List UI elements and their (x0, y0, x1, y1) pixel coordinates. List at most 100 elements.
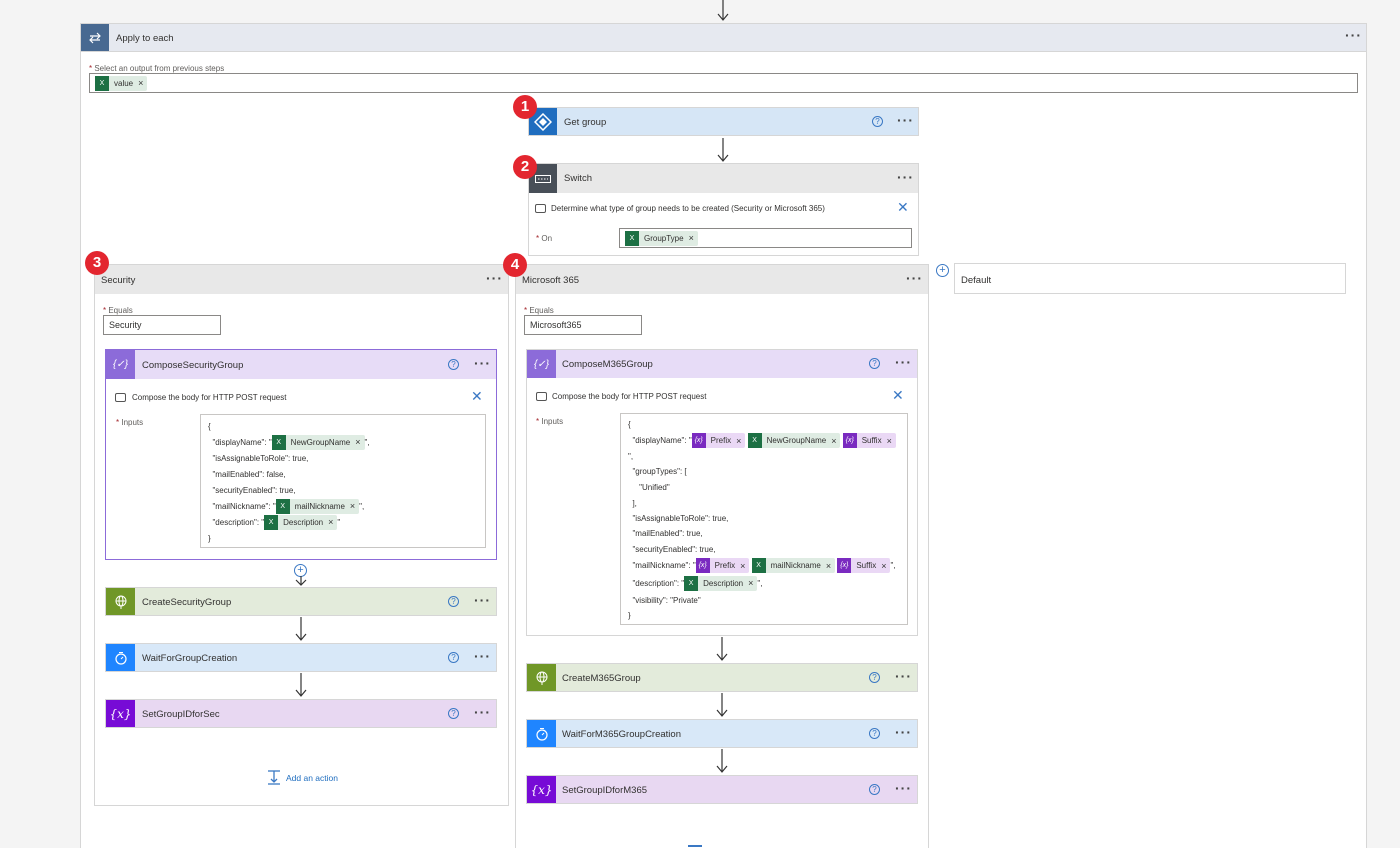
more-options-icon[interactable]: ··· (897, 170, 914, 184)
newgroupname-token[interactable]: X NewGroupName × (747, 433, 841, 448)
help-icon[interactable]: ? (872, 116, 883, 127)
prefix-token[interactable]: {x} Prefix × (695, 558, 750, 573)
compose-m365-title: ComposeM365Group (562, 359, 653, 370)
connector-arrow (716, 637, 728, 662)
more-options-icon[interactable]: ··· (474, 593, 491, 607)
apply-to-each-header[interactable]: Apply to each ··· (80, 23, 1367, 52)
json-line: "mailNickname": " {x} Prefix × XmailNicknam… (628, 557, 900, 574)
more-options-icon[interactable]: ··· (895, 781, 912, 795)
more-options-icon[interactable]: ··· (474, 649, 491, 663)
switch-on-field[interactable]: X GroupType × (619, 228, 912, 248)
mailnickname-token[interactable]: XmailNickname × (751, 558, 836, 573)
security-equals-field[interactable]: Security (103, 315, 221, 335)
select-output-field[interactable]: Xvalue × (89, 73, 1358, 93)
remove-token-icon[interactable]: × (831, 436, 836, 446)
help-icon[interactable]: ? (869, 672, 880, 683)
wait-for-m365-group-creation-action[interactable]: WaitForM365GroupCreation ? ··· (526, 719, 918, 748)
set-group-id-m365-title: SetGroupIDforM365 (562, 785, 648, 796)
description-token[interactable]: X Description × (684, 575, 758, 591)
json-line: "Unified" (639, 483, 670, 492)
variable-icon: {x} (106, 700, 135, 727)
remove-token-icon[interactable]: × (350, 501, 355, 511)
remove-token-icon[interactable]: × (881, 561, 886, 571)
compose-security-title: ComposeSecurityGroup (142, 360, 244, 371)
set-group-id-sec-action[interactable]: {x} SetGroupIDforSec ? ··· (105, 699, 497, 728)
more-options-icon[interactable]: ··· (486, 271, 503, 285)
more-options-icon[interactable]: ··· (895, 725, 912, 739)
help-icon[interactable]: ? (869, 728, 880, 739)
add-case-icon[interactable]: + (936, 264, 949, 277)
help-icon[interactable]: ? (448, 708, 459, 719)
connector-arrow (716, 749, 728, 774)
json-line: "displayName": " X NewGroupName × ", (208, 434, 478, 450)
switch-header[interactable]: Switch ··· (529, 164, 918, 193)
remove-token-icon[interactable]: × (748, 578, 753, 588)
excel-icon: X (684, 575, 699, 591)
json-line: "isAssignableToRole": true, (632, 514, 729, 523)
more-options-icon[interactable]: ··· (1345, 28, 1362, 42)
security-case-header[interactable]: Security ··· (95, 265, 508, 294)
compose-m365-inputs[interactable]: { "displayName": " {x} Prefix × X NewGroupNa… (620, 413, 908, 625)
m365-equals-field[interactable]: Microsoft365 (524, 315, 642, 335)
help-icon[interactable]: ? (448, 596, 459, 607)
more-options-icon[interactable]: ··· (895, 669, 912, 683)
help-icon[interactable]: ? (869, 784, 880, 795)
help-icon[interactable]: ? (448, 359, 459, 370)
close-icon[interactable]: ✕ (471, 389, 483, 403)
help-icon[interactable]: ? (448, 652, 459, 663)
inputs-label: * Inputs (116, 418, 144, 427)
create-m365-group-action[interactable]: CreateM365Group ? ··· (526, 663, 918, 692)
connector-arrow (295, 576, 307, 587)
more-options-icon[interactable]: ··· (474, 705, 491, 719)
add-action-link[interactable]: Add an action (286, 773, 338, 783)
suffix-token[interactable]: {x} Suffix × (837, 558, 891, 573)
remove-token-icon[interactable]: × (689, 233, 694, 243)
excel-icon: X (625, 230, 639, 246)
remove-token-icon[interactable]: × (740, 561, 745, 571)
description-token[interactable]: X Description × (264, 514, 338, 530)
compose-security-header[interactable]: {✓} ComposeSecurityGroup ? ··· (106, 350, 496, 379)
grouptype-token[interactable]: X GroupType × (625, 230, 698, 246)
remove-token-icon[interactable]: × (887, 436, 892, 446)
remove-token-icon[interactable]: × (355, 437, 360, 447)
more-options-icon[interactable]: ··· (906, 271, 923, 285)
connector-arrow (295, 673, 307, 698)
more-options-icon[interactable]: ··· (895, 355, 912, 369)
get-group-action[interactable]: Get group ? ··· (528, 107, 919, 136)
excel-icon: X (264, 514, 279, 530)
help-icon[interactable]: ? (869, 358, 880, 369)
default-case[interactable]: Default (954, 263, 1346, 294)
close-icon[interactable]: ✕ (897, 200, 909, 214)
prefix-token[interactable]: {x} Prefix × (691, 433, 746, 448)
mailnickname-token[interactable]: XmailNickname × (275, 498, 360, 514)
get-group-title: Get group (564, 117, 607, 128)
wait-for-group-creation-action[interactable]: WaitForGroupCreation ? ··· (105, 643, 497, 672)
create-security-group-action[interactable]: CreateSecurityGroup ? ··· (105, 587, 497, 616)
add-action-icon[interactable] (688, 845, 702, 847)
remove-token-icon[interactable]: × (826, 561, 831, 571)
inputs-label: * Inputs (536, 417, 564, 426)
compose-m365-header[interactable]: {✓} ComposeM365Group ? ··· (527, 350, 917, 378)
security-case-title: Security (101, 275, 136, 286)
newgroupname-token[interactable]: X NewGroupName × (271, 434, 365, 450)
remove-token-icon[interactable]: × (736, 436, 741, 446)
variable-icon: {x} (695, 558, 710, 573)
compose-security-inputs[interactable]: { "displayName": " X NewGroupName × ", "isAs… (200, 414, 486, 548)
remove-token-icon[interactable]: × (328, 517, 333, 527)
timer-icon (527, 720, 556, 747)
close-icon[interactable]: ✕ (892, 388, 904, 402)
suffix-token[interactable]: {x} Suffix × (842, 433, 896, 448)
add-action-icon[interactable] (267, 770, 281, 785)
loop-icon (81, 24, 109, 51)
json-line: } (628, 611, 631, 620)
more-options-icon[interactable]: ··· (897, 113, 914, 127)
compose-m365-comment: Compose the body for HTTP POST request (552, 392, 707, 401)
more-options-icon[interactable]: ··· (474, 356, 491, 370)
m365-case-header[interactable]: Microsoft 365 ··· (516, 265, 928, 294)
value-token[interactable]: Xvalue × (95, 75, 148, 91)
set-group-id-m365-action[interactable]: {x} SetGroupIDforM365 ? ··· (526, 775, 918, 804)
json-line: "mailNickname": " XmailNickname × ", (208, 498, 478, 514)
remove-token-icon[interactable]: × (138, 78, 143, 88)
switch-title: Switch (564, 173, 592, 184)
globe-icon (527, 664, 556, 691)
